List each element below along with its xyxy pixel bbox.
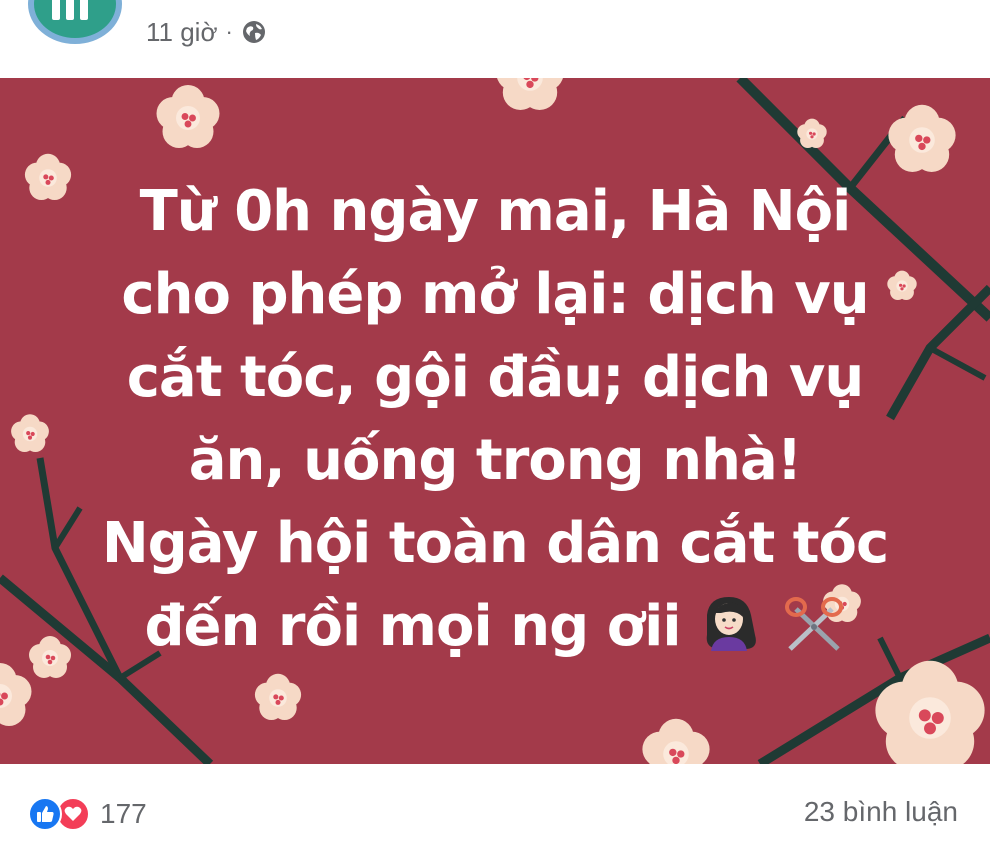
meta-separator: · xyxy=(225,19,233,44)
post-text-line: Ngày hội toàn dân cắt tóc xyxy=(101,511,889,576)
reactions-summary[interactable]: 177 xyxy=(28,794,147,834)
post-timestamp[interactable]: 11 giờ xyxy=(146,17,218,48)
post-image[interactable]: Từ 0h ngày mai, Hà Nội cho phép mở lại: … xyxy=(0,78,990,764)
post-text-last-line: đến rồi mọi ng ơii xyxy=(40,585,950,674)
post-text-line: ăn, uống trong nhà! xyxy=(188,428,803,493)
post-text-line: đến rồi mọi ng ơii xyxy=(144,594,681,659)
avatar[interactable] xyxy=(28,0,122,44)
woman-getting-haircut-icon xyxy=(699,591,763,674)
post-text-line: cắt tóc, gội đầu; dịch vụ xyxy=(126,345,865,410)
globe-icon[interactable] xyxy=(241,19,267,45)
comments-count-link[interactable]: 23 bình luận xyxy=(804,796,958,828)
post-text-line: cho phép mở lại: dịch vụ xyxy=(121,262,869,327)
post-meta: 11 giờ · xyxy=(146,12,267,52)
post-text: Từ 0h ngày mai, Hà Nội cho phép mở lại: … xyxy=(40,170,950,674)
post-text-line: Từ 0h ngày mai, Hà Nội xyxy=(139,179,852,244)
reaction-count: 177 xyxy=(100,798,147,829)
post-header: 11 giờ · xyxy=(0,0,990,78)
scissors-icon xyxy=(782,591,846,674)
like-icon xyxy=(28,797,62,831)
post-footer: 177 23 bình luận xyxy=(0,764,990,858)
